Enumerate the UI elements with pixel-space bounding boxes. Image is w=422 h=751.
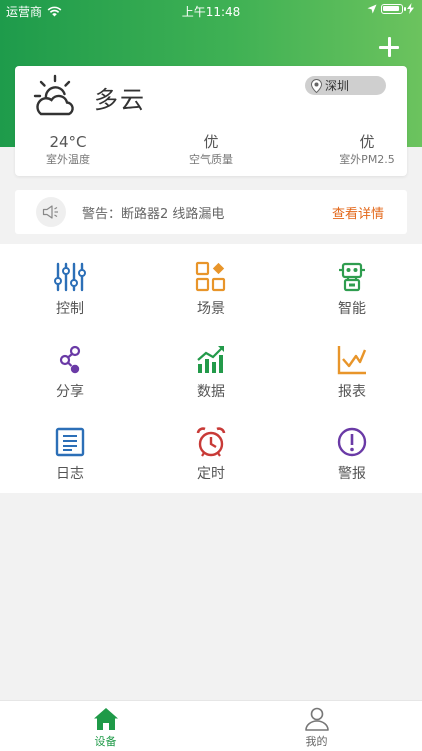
stat-pm25: 优 室外PM2.5 <box>327 133 407 167</box>
feature-scene[interactable]: 场景 <box>141 244 281 326</box>
weather-card: 多云 深圳 24°C 室外温度 优 空气质量 优 室外PM2.5 <box>15 66 407 176</box>
robot-icon <box>339 262 365 292</box>
alert-icon <box>337 427 367 457</box>
tab-label: 设备 <box>94 735 117 748</box>
feature-data[interactable]: 数据 <box>141 327 281 409</box>
location-label: 深圳 <box>325 79 350 93</box>
stat-value: 优 <box>359 133 375 151</box>
partly-cloudy-icon <box>33 74 74 116</box>
feature-log[interactable]: 日志 <box>0 409 140 491</box>
log-icon <box>55 427 85 457</box>
stat-value: 优 <box>203 133 219 151</box>
speaker-icon <box>36 197 66 227</box>
feature-label: 分享 <box>56 384 84 400</box>
status-bar: 运营商 上午11:48 <box>0 0 422 22</box>
stat-label: 空气质量 <box>189 153 233 166</box>
weather-condition: 多云 <box>94 86 146 114</box>
location-selector[interactable]: 深圳 <box>305 76 386 95</box>
feature-control[interactable]: 控制 <box>0 244 140 326</box>
stat-label: 室外温度 <box>46 153 90 166</box>
feature-share[interactable]: 分享 <box>0 327 140 409</box>
view-details-link[interactable]: 查看详情 <box>332 203 384 222</box>
line-chart-icon <box>337 346 367 375</box>
alarm-clock-icon <box>196 427 226 457</box>
tab-label: 我的 <box>305 735 328 748</box>
location-pin-icon <box>311 78 322 93</box>
stat-air-quality: 优 空气质量 <box>171 133 251 167</box>
feature-alarm[interactable]: 警报 <box>282 409 422 491</box>
feature-label: 数据 <box>197 384 225 400</box>
location-arrow-icon <box>367 4 377 13</box>
feature-label: 警报 <box>338 466 366 482</box>
stat-value: 24°C <box>49 133 87 151</box>
add-button[interactable] <box>378 36 400 58</box>
alert-message: 警告：断路器2 线路漏电 <box>82 207 225 222</box>
charging-icon <box>407 3 414 14</box>
feature-report[interactable]: 报表 <box>282 327 422 409</box>
weather-stats: 24°C 室外温度 优 空气质量 优 室外PM2.5 <box>15 133 407 173</box>
bar-chart-icon <box>197 346 224 373</box>
feature-label: 定时 <box>197 466 225 482</box>
home-icon <box>93 708 118 730</box>
feature-smart[interactable]: 智能 <box>282 244 422 326</box>
tab-mine[interactable]: 我的 <box>211 701 422 751</box>
stat-label: 室外PM2.5 <box>339 153 395 166</box>
stat-temperature: 24°C 室外温度 <box>33 133 103 167</box>
user-icon <box>304 707 329 731</box>
alert-bar[interactable]: 警告：断路器2 线路漏电 查看详情 <box>15 190 407 234</box>
feature-label: 报表 <box>338 384 366 400</box>
battery-fill <box>383 5 399 11</box>
tab-bar: 设备 我的 <box>0 700 422 751</box>
sliders-icon <box>54 262 86 292</box>
feature-label: 控制 <box>56 301 84 317</box>
tab-devices[interactable]: 设备 <box>0 701 211 751</box>
feature-label: 日志 <box>56 466 84 482</box>
battery-icon <box>381 3 406 14</box>
feature-label: 场景 <box>197 301 225 317</box>
feature-label: 智能 <box>338 301 366 317</box>
status-time: 上午11:48 <box>181 5 241 19</box>
share-icon <box>59 345 81 374</box>
feature-timer[interactable]: 定时 <box>141 409 281 491</box>
feature-grid: 控制 场景 智能 分享 数据 报表 日志 定时 警报 <box>0 244 422 493</box>
scene-grid-icon <box>195 261 226 292</box>
